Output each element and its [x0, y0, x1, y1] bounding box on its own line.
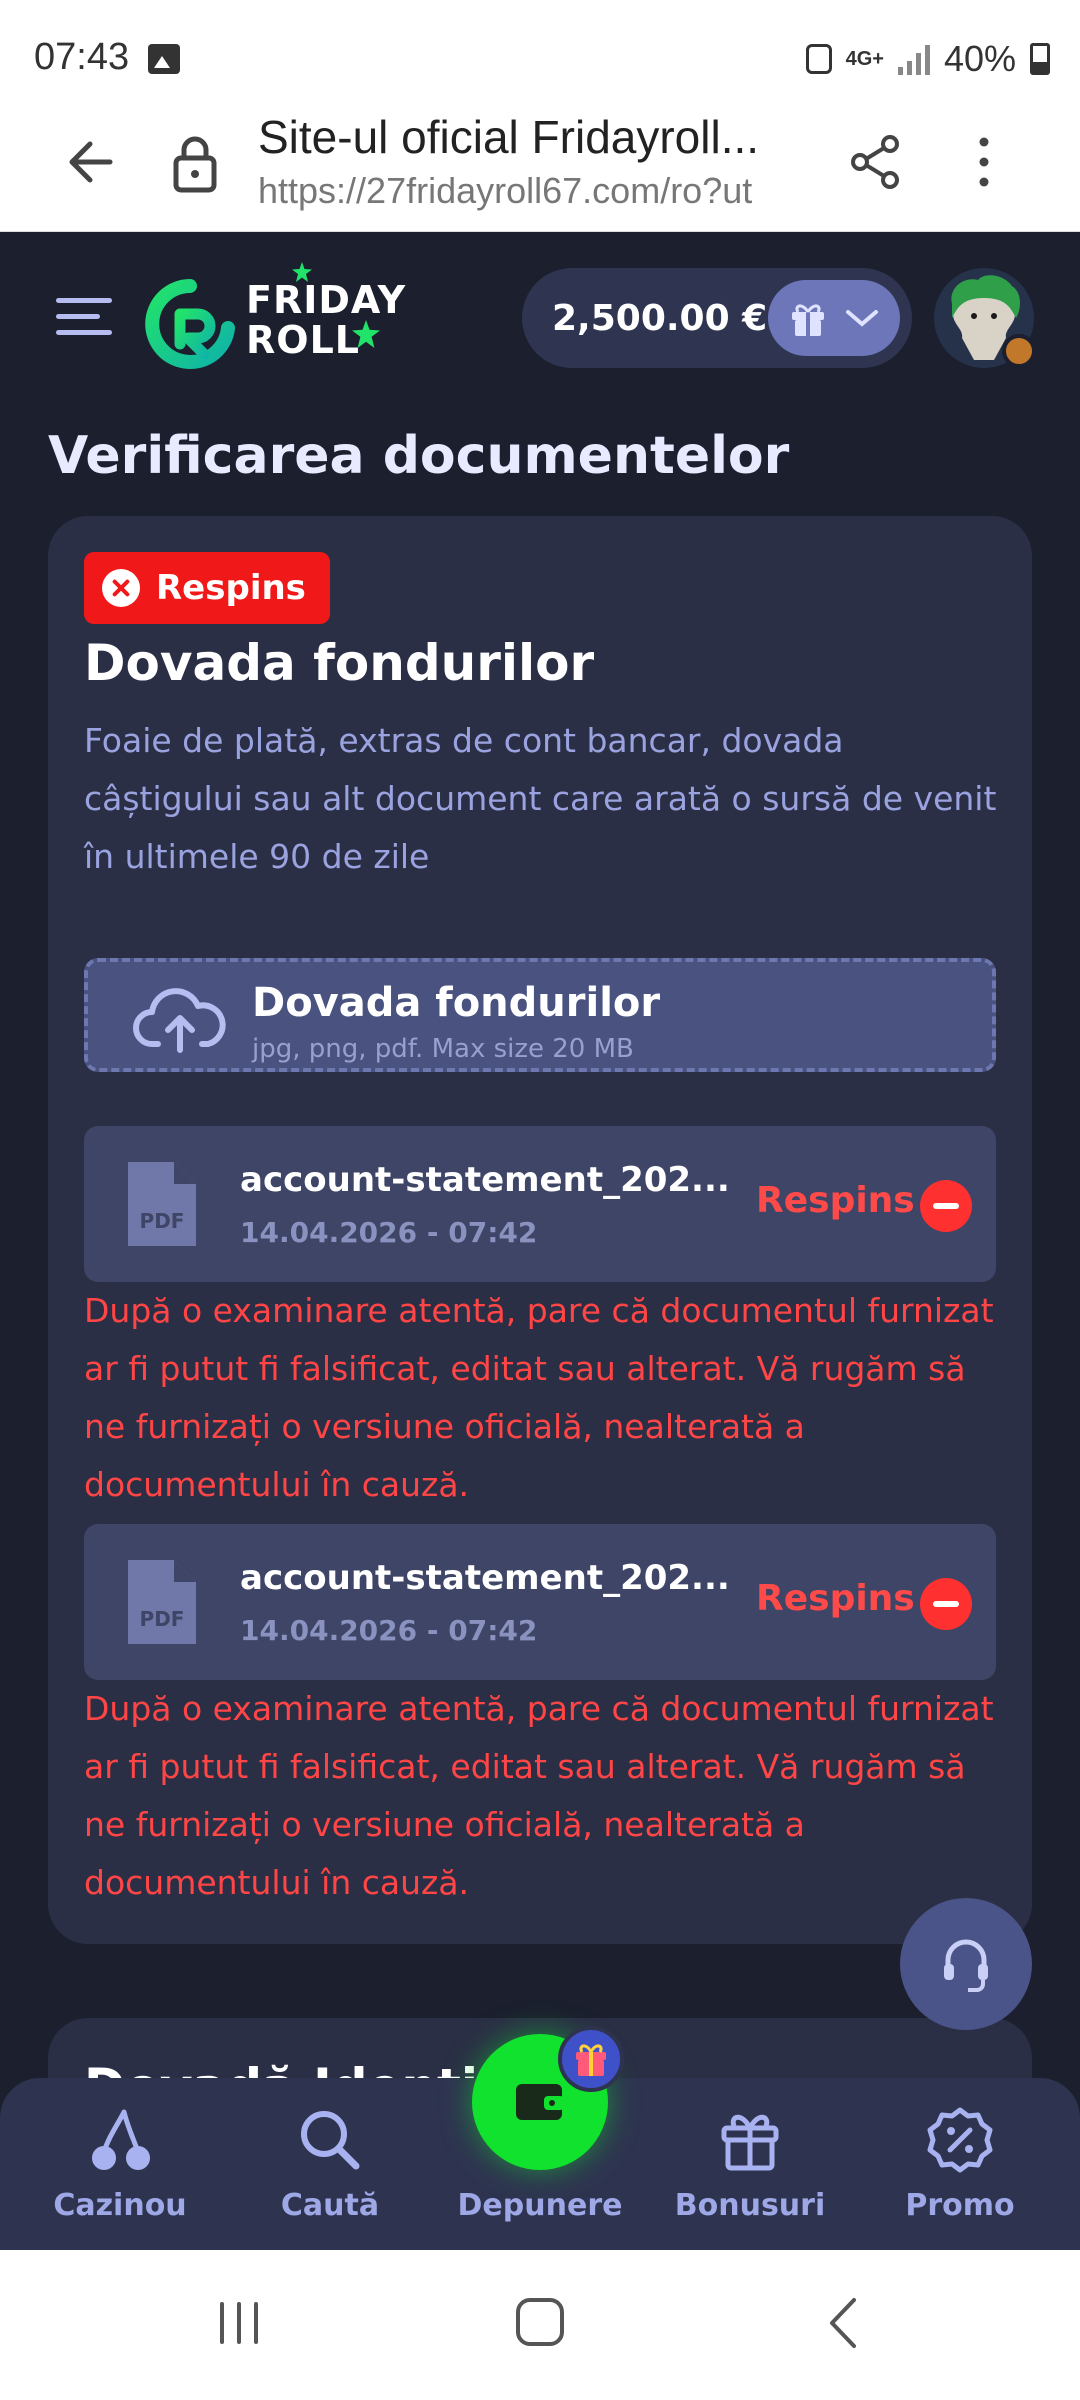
- balance-amount: 2,500.00 €: [552, 298, 768, 339]
- remove-file-button[interactable]: [920, 1578, 972, 1630]
- gift-icon: [792, 304, 824, 336]
- signal-icon: [897, 43, 930, 75]
- headset-icon: [944, 1939, 988, 1992]
- page-title: Verificarea documentelor: [48, 426, 790, 486]
- balance-widget[interactable]: 2,500.00 €: [522, 268, 912, 368]
- card-description: Foaie de plată, extras de cont bancar, d…: [84, 721, 997, 876]
- file-status: Respins: [756, 1578, 915, 1619]
- support-chat-button[interactable]: [900, 1898, 1032, 2030]
- pdf-file-icon: PDF: [128, 1162, 196, 1246]
- back-arrow-icon[interactable]: [62, 132, 122, 192]
- nav-label: Caută: [280, 2188, 380, 2223]
- url-field[interactable]: https://27fridayroll67.com/ro?ut: [258, 170, 806, 212]
- level-badge-icon: [1002, 334, 1036, 368]
- uploaded-file-row: PDF account-statement_202... 14.04.2026 …: [84, 1524, 996, 1680]
- status-bar: 07:43 4G+ 40%: [0, 0, 1080, 110]
- svg-text:PDF: PDF: [140, 1209, 185, 1233]
- page-tab-title[interactable]: Site-ul oficial Fridayroll...: [258, 110, 759, 164]
- logo-text[interactable]: FRIDAY ROLL: [246, 280, 406, 360]
- percent-badge-icon: [927, 2107, 993, 2173]
- upload-hint: jpg, png, pdf. Max size 20 MB: [252, 1034, 634, 1064]
- logo-line1: FRIDAY: [246, 278, 407, 322]
- menu-icon[interactable]: [56, 298, 112, 338]
- svg-text:PDF: PDF: [140, 1607, 185, 1631]
- fridayroll-logo-icon[interactable]: [140, 274, 240, 374]
- network-type: 4G+: [845, 48, 884, 70]
- battery-icon: [1030, 43, 1050, 75]
- file-name: account-statement_202...: [240, 1160, 730, 1200]
- bonus-dropdown-button[interactable]: [768, 280, 900, 356]
- nav-label: Depunere: [457, 2188, 623, 2223]
- lock-icon[interactable]: [170, 132, 220, 196]
- file-status: Respins: [756, 1180, 915, 1221]
- cloud-upload-icon: [133, 988, 226, 1053]
- nav-item-promo[interactable]: Promo: [860, 2078, 1060, 2250]
- share-icon[interactable]: [848, 132, 904, 192]
- recent-apps-icon[interactable]: [214, 2298, 264, 2348]
- nav-item-bonuses[interactable]: Bonusuri: [650, 2078, 850, 2250]
- nav-label: Bonusuri: [674, 2188, 826, 2223]
- home-icon[interactable]: [514, 2296, 566, 2348]
- file-date: 14.04.2026 - 07:42: [240, 1614, 538, 1647]
- file-error-message: După o examinare atentă, pare că documen…: [84, 1689, 994, 1902]
- uploaded-file-row: PDF account-statement_202... 14.04.2026 …: [84, 1126, 996, 1282]
- status-icons: 4G+ 40%: [805, 38, 1050, 80]
- pdf-file-icon: PDF: [128, 1560, 196, 1644]
- android-navigation-bar: [0, 2250, 1080, 2400]
- remove-file-button[interactable]: [920, 1180, 972, 1232]
- file-name: account-statement_202...: [240, 1558, 730, 1598]
- browser-toolbar: Site-ul oficial Fridayroll... https://27…: [0, 110, 1080, 232]
- search-icon: [301, 2111, 360, 2170]
- upload-dropzone[interactable]: Dovada fondurilor jpg, png, pdf. Max siz…: [84, 958, 996, 1072]
- battery-percent: 40%: [943, 38, 1016, 79]
- status-time: 07:43: [34, 36, 130, 78]
- nav-item-casino[interactable]: Cazinou: [20, 2078, 220, 2250]
- file-error-message: După o examinare atentă, pare că documen…: [84, 1291, 994, 1504]
- gift-icon: [721, 2114, 779, 2171]
- logo-line2: ROLL: [246, 318, 360, 362]
- status-badge: Respins: [84, 552, 330, 624]
- upload-title: Dovada fondurilor: [252, 980, 661, 1026]
- nav-label: Cazinou: [53, 2188, 187, 2223]
- close-circle-icon: [102, 569, 140, 607]
- star-icon: [352, 320, 380, 348]
- document-card: Respins Dovada fondurilor Foaie de plată…: [48, 516, 1032, 1944]
- card-title: Dovada fondurilor: [84, 634, 595, 692]
- chevron-down-icon: [846, 310, 878, 327]
- gift-icon: [576, 2044, 606, 2076]
- back-icon[interactable]: [826, 2296, 860, 2350]
- deposit-gift-badge: [558, 2026, 624, 2092]
- lock-notification-icon: [805, 44, 832, 74]
- site-header: FRIDAY ROLL 2,500.00 €: [0, 232, 1080, 402]
- status-badge-label: Respins: [156, 568, 306, 608]
- nav-label: Promo: [905, 2188, 1015, 2223]
- nav-item-search[interactable]: Caută: [230, 2078, 430, 2250]
- wallet-icon: [516, 2084, 564, 2120]
- more-options-icon[interactable]: [964, 132, 1004, 192]
- file-date: 14.04.2026 - 07:42: [240, 1216, 538, 1249]
- cherries-icon: [92, 2109, 150, 2170]
- gallery-notification-icon: [148, 44, 180, 74]
